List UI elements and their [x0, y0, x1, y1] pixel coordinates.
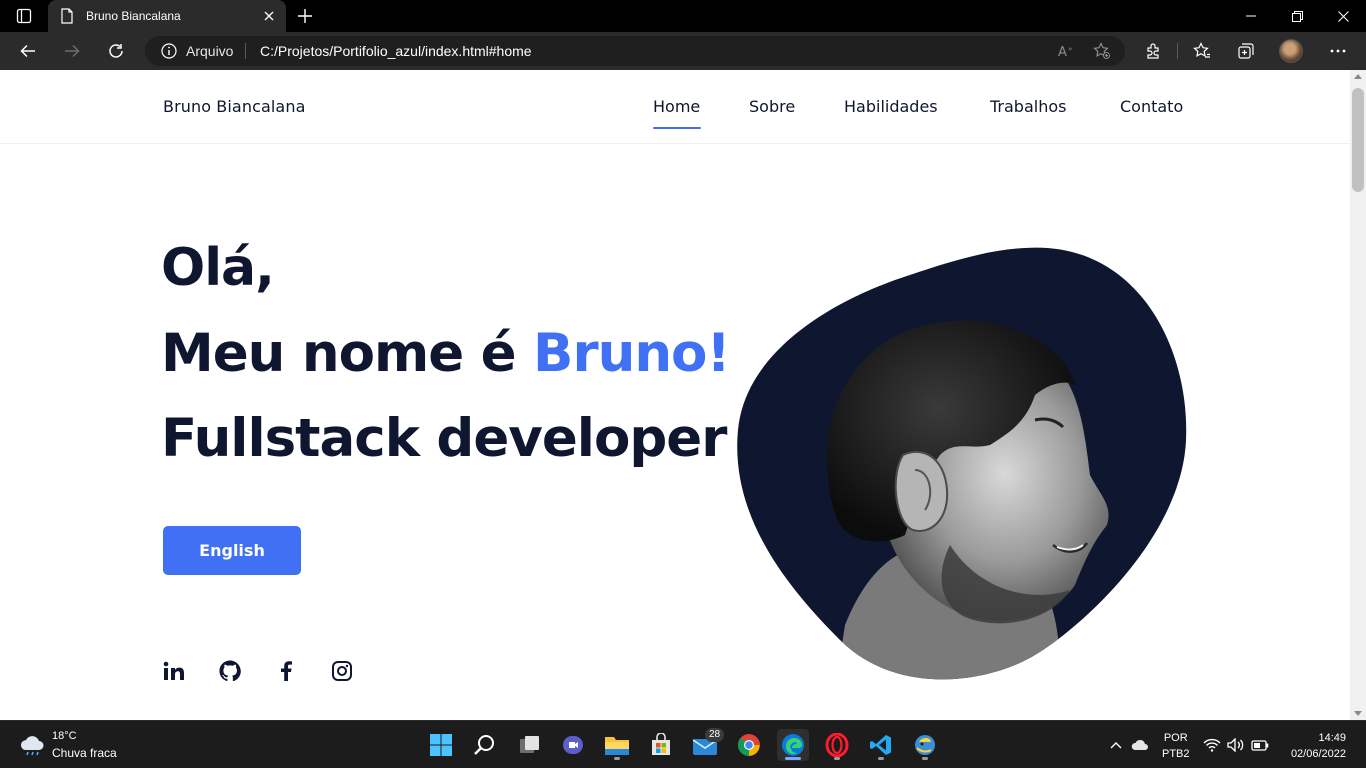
new-tab-icon[interactable]: [292, 4, 318, 28]
language-code: POR: [1163, 732, 1188, 744]
profile-avatar[interactable]: [1279, 39, 1303, 63]
weather-cloud-icon[interactable]: [18, 733, 46, 757]
address-bar[interactable]: Arquivo C:/Projetos/Portifolio_azul/inde…: [145, 36, 1125, 66]
teams-icon[interactable]: [557, 729, 589, 761]
instagram-icon[interactable]: [330, 659, 354, 683]
system-clock[interactable]: 14:49 02/06/2022: [1291, 730, 1346, 762]
more-options-icon[interactable]: [1323, 36, 1353, 66]
onedrive-icon[interactable]: [1130, 735, 1150, 755]
hero-role: Fullstack developer: [161, 408, 727, 469]
site-brand[interactable]: Bruno Biancalana: [163, 97, 305, 116]
web-page: Bruno Biancalana Home Sobre Habilidades …: [0, 70, 1350, 720]
url-text[interactable]: C:/Projetos/Portifolio_azul/index.html#h…: [260, 43, 532, 59]
site-info-icon[interactable]: [161, 43, 177, 59]
mail-icon[interactable]: 28: [689, 728, 725, 761]
hero-name-prefix: Meu nome é: [161, 323, 534, 384]
facebook-icon[interactable]: [274, 659, 298, 683]
mail-badge: 28: [705, 728, 725, 742]
task-view-icon[interactable]: [513, 729, 545, 761]
english-button[interactable]: English: [163, 526, 301, 575]
volume-icon[interactable]: [1226, 735, 1246, 755]
chevron-up-icon[interactable]: [1106, 735, 1126, 755]
tab-actions-icon[interactable]: [8, 4, 40, 28]
chrome-icon[interactable]: [733, 729, 765, 761]
extensions-icon[interactable]: [1138, 36, 1168, 66]
back-icon[interactable]: [13, 36, 43, 66]
browser-tab[interactable]: Bruno Biancalana: [48, 0, 286, 32]
site-header: Bruno Biancalana Home Sobre Habilidades …: [0, 70, 1350, 144]
active-nav-indicator: [653, 127, 701, 129]
site-info-label[interactable]: Arquivo: [186, 43, 233, 59]
windows-taskbar: 18°C Chuva fraca 28 POR PTB2 14:49 02/06…: [0, 720, 1366, 768]
page-scrollbar[interactable]: [1350, 70, 1366, 720]
weather-temperature[interactable]: 18°C: [52, 730, 77, 742]
browser-titlebar: Bruno Biancalana: [0, 0, 1366, 32]
clock-time: 14:49: [1318, 732, 1346, 744]
tab-title: Bruno Biancalana: [86, 9, 181, 23]
nav-item-contato[interactable]: Contato: [1120, 97, 1183, 116]
battery-icon[interactable]: [1250, 735, 1270, 755]
minimize-icon[interactable]: [1228, 0, 1274, 32]
github-icon[interactable]: [218, 659, 242, 683]
read-aloud-icon[interactable]: A»: [1056, 41, 1076, 61]
edge-icon[interactable]: [777, 729, 809, 761]
toolbar-divider: [1177, 43, 1178, 59]
clock-date: 02/06/2022: [1290, 748, 1346, 760]
scroll-thumb[interactable]: [1352, 88, 1364, 192]
wifi-icon[interactable]: [1202, 735, 1222, 755]
forward-icon[interactable]: [57, 36, 87, 66]
profile-photo: [735, 245, 1190, 687]
python-icon[interactable]: [909, 729, 941, 761]
nav-item-sobre[interactable]: Sobre: [749, 97, 795, 116]
vscode-icon[interactable]: [865, 729, 897, 761]
start-icon[interactable]: [425, 729, 457, 761]
nav-item-trabalhos[interactable]: Trabalhos: [990, 97, 1066, 116]
close-tab-icon[interactable]: [262, 9, 276, 23]
svg-text:»: »: [1068, 45, 1072, 53]
scroll-down-icon[interactable]: [1354, 711, 1362, 716]
hero-greeting: Olá,: [161, 238, 275, 298]
keyboard-layout: PTB2: [1162, 748, 1190, 760]
favorites-icon[interactable]: [1187, 36, 1217, 66]
add-favorite-icon[interactable]: [1092, 41, 1112, 61]
restore-icon[interactable]: [1274, 0, 1320, 32]
search-icon[interactable]: [469, 729, 501, 761]
nav-item-home[interactable]: Home: [653, 97, 700, 116]
refresh-icon[interactable]: [101, 36, 131, 66]
svg-text:A: A: [1058, 45, 1067, 59]
linkedin-icon[interactable]: [162, 659, 186, 683]
opera-icon[interactable]: [821, 729, 853, 761]
store-icon[interactable]: [645, 729, 677, 761]
input-language[interactable]: POR PTB2: [1162, 730, 1190, 762]
nav-item-habilidades[interactable]: Habilidades: [844, 97, 938, 116]
hero-name-highlight: Bruno!: [533, 323, 731, 384]
file-explorer-icon[interactable]: [601, 729, 633, 761]
address-divider: [245, 43, 246, 59]
scroll-up-icon[interactable]: [1354, 74, 1362, 79]
hero-name-line: Meu nome é Bruno!: [161, 323, 731, 384]
weather-description[interactable]: Chuva fraca: [52, 746, 117, 760]
close-window-icon[interactable]: [1320, 0, 1366, 32]
page-icon: [60, 8, 74, 24]
collections-icon[interactable]: [1231, 36, 1261, 66]
